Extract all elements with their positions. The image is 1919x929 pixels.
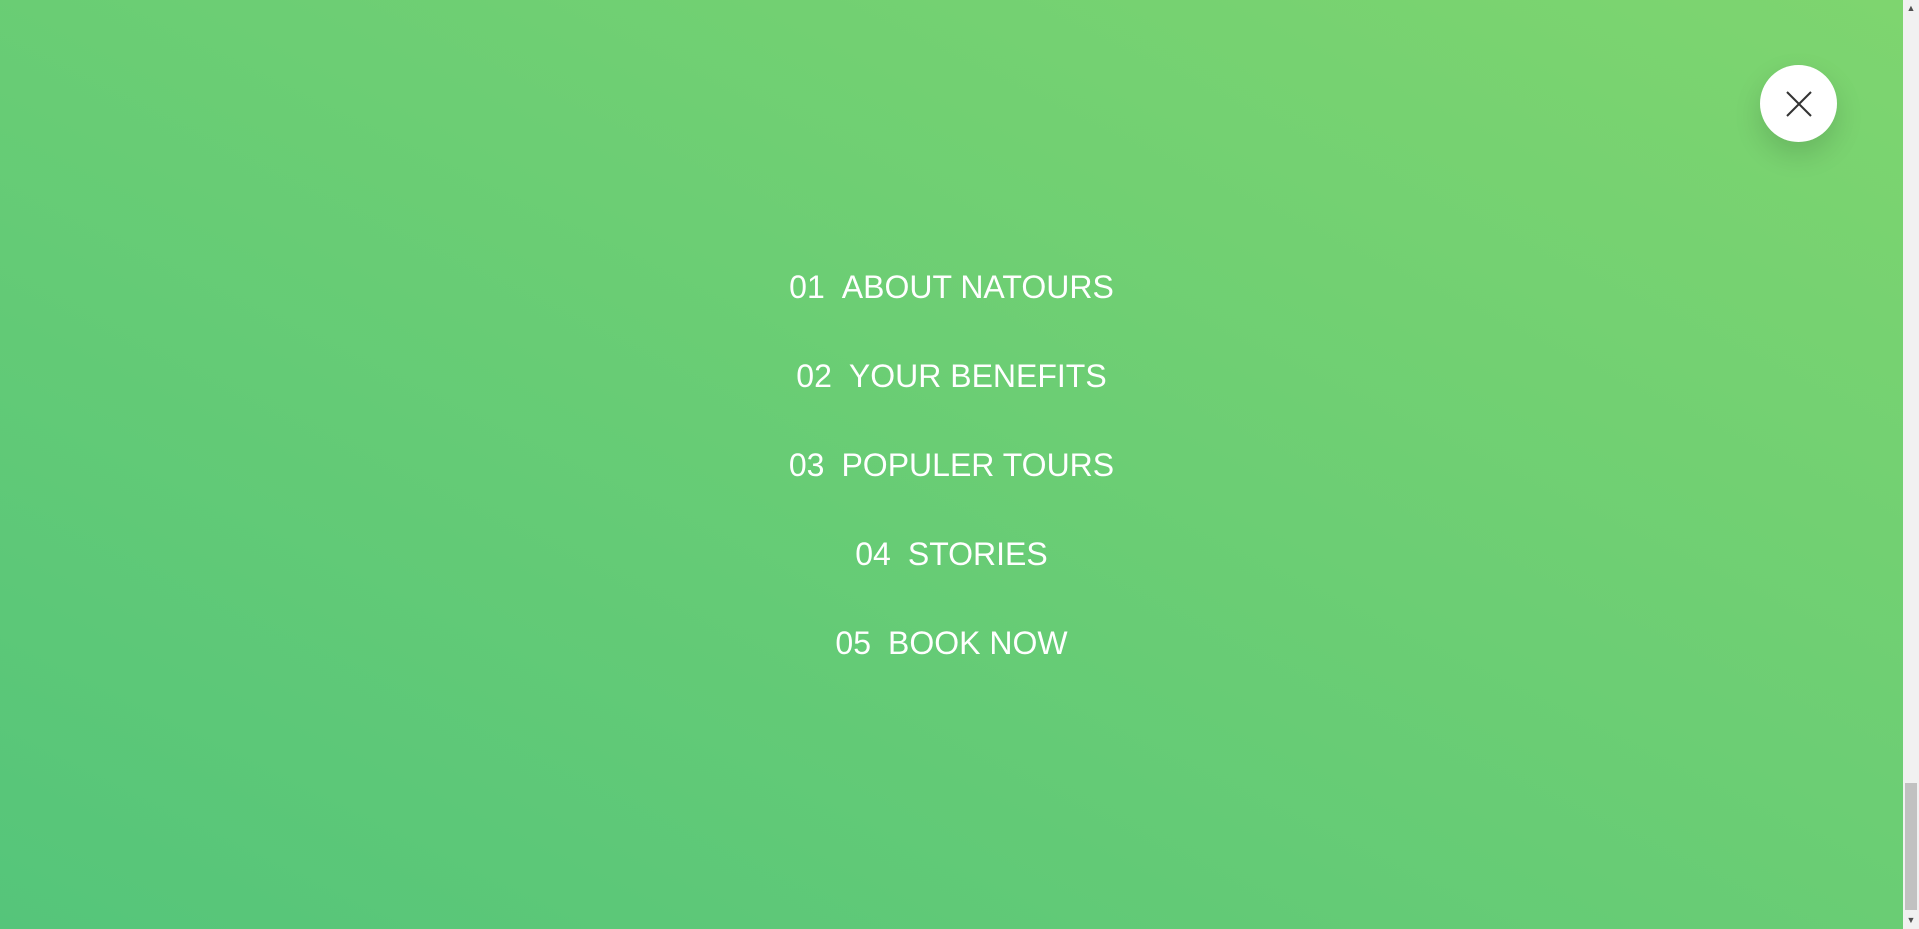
nav-item-benefits: 02 YOUR BENEFITS	[779, 351, 1124, 440]
nav-link-about[interactable]: 01 ABOUT NATOURS	[779, 262, 1124, 312]
main-navigation: 01 ABOUT NATOURS 02 YOUR BENEFITS 03 POP…	[0, 0, 1903, 929]
scroll-up-arrow-icon[interactable]: ▲	[1903, 0, 1919, 17]
nav-link-benefits[interactable]: 02 YOUR BENEFITS	[786, 351, 1116, 401]
nav-item-book: 05 BOOK NOW	[779, 618, 1124, 707]
nav-item-stories: 04 STORIES	[779, 529, 1124, 618]
vertical-scrollbar[interactable]: ▲ ▼	[1903, 0, 1919, 929]
scroll-thumb[interactable]	[1905, 783, 1917, 910]
nav-label: POPULER TOURS	[841, 447, 1115, 483]
nav-item-about: 01 ABOUT NATOURS	[779, 262, 1124, 351]
nav-label: STORIES	[907, 536, 1048, 572]
nav-number: 02	[796, 358, 832, 394]
nav-list: 01 ABOUT NATOURS 02 YOUR BENEFITS 03 POP…	[779, 262, 1124, 707]
nav-label: ABOUT NATOURS	[841, 269, 1114, 305]
nav-link-tours[interactable]: 03 POPULER TOURS	[779, 440, 1124, 490]
nav-number: 01	[789, 269, 825, 305]
nav-number: 04	[855, 536, 891, 572]
nav-number: 05	[835, 625, 871, 661]
nav-link-book[interactable]: 05 BOOK NOW	[825, 618, 1077, 668]
scroll-down-arrow-icon[interactable]: ▼	[1903, 912, 1919, 929]
nav-label: BOOK NOW	[888, 625, 1068, 661]
nav-link-stories[interactable]: 04 STORIES	[845, 529, 1057, 579]
navigation-overlay: 01 ABOUT NATOURS 02 YOUR BENEFITS 03 POP…	[0, 0, 1903, 929]
nav-number: 03	[788, 447, 825, 483]
nav-item-tours: 03 POPULER TOURS	[779, 440, 1124, 529]
nav-label: YOUR BENEFITS	[848, 358, 1107, 394]
